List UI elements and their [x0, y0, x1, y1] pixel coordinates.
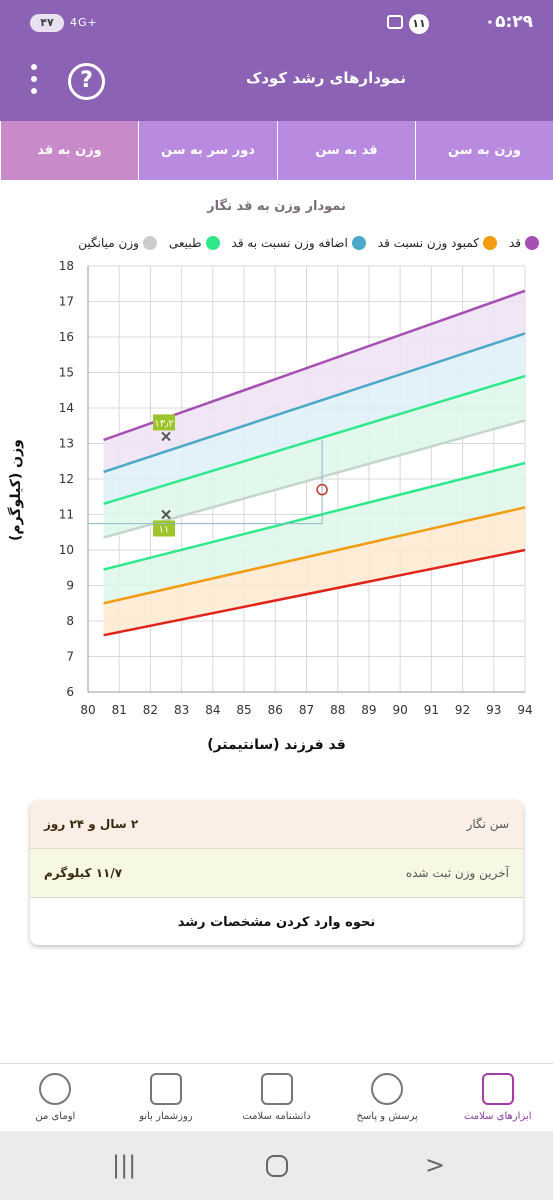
weight-value: ۱۱/۷ کیلوگرم [44, 866, 123, 880]
help-icon[interactable]: ? [68, 63, 105, 100]
y-tick-label: 6 [66, 685, 74, 699]
x-tick-label: 91 [424, 703, 439, 717]
legend-item: قد [509, 236, 539, 250]
legend-label: قد [508, 236, 521, 250]
overflow-menu-icon[interactable] [30, 64, 38, 100]
legend-label: طبیعی [168, 236, 202, 250]
question-bubble-icon [371, 1073, 404, 1105]
y-tick-label: 10 [59, 543, 74, 557]
medical-kit-icon [481, 1073, 514, 1105]
legend-label: اضافه وزن نسبت به قد [231, 236, 348, 250]
weight-row: آخرین وزن ثبت شده ۱۱/۷ کیلوگرم [30, 849, 523, 898]
bottom-navigation: ابزارهای سلامت پرسش و پاسخ دانشنامه سلام… [0, 1063, 553, 1131]
signal-icon: 4G+ [70, 16, 98, 29]
growth-chart: 80 81 82 83 84 85 86 87 88 89 90 91 92 93 946789101112… [59, 259, 533, 717]
x-tick-label: 83 [174, 703, 189, 717]
recent-apps-icon[interactable]: ||| [112, 1151, 136, 1179]
x-tick-label: 87 [299, 703, 314, 717]
y-tick-label: 11 [59, 508, 74, 522]
y-tick-label: 15 [59, 366, 74, 380]
legend-dot [525, 236, 539, 250]
legend-dot [142, 236, 157, 250]
nav-label: پرسش و پاسخ [356, 1111, 418, 1122]
age-value: ۲ سال و ۲۴ روز [44, 817, 139, 831]
back-icon[interactable]: > [425, 1151, 445, 1179]
tab-height-for-age[interactable]: قد به سن [277, 121, 415, 180]
x-tick-label: 90 [393, 703, 408, 717]
battery-indicator: ۴۷ [30, 14, 64, 32]
legend-label: کمبود وزن نسبت قد [377, 236, 479, 250]
y-tick-label: 16 [59, 330, 74, 344]
y-tick-label: 12 [59, 472, 74, 486]
status-bar: ۰۵:۲۹ ۱۱ ۴۷ 4G+ [0, 0, 553, 42]
legend-dot [482, 236, 497, 250]
legend-item: طبیعی [169, 236, 220, 250]
page-title: نمودارهای رشد کودک [245, 69, 406, 87]
home-icon[interactable] [266, 1155, 288, 1177]
system-navigation-bar: ||| > [0, 1131, 553, 1200]
data-label: ۱۱ [159, 525, 170, 536]
nav-label: ابزارهای سلامت [463, 1111, 532, 1122]
chart-tabs: وزن به قد دور سر به سن قد به سن وزن به س… [0, 121, 553, 180]
nav-encyclopedia[interactable]: دانشنامه سلامت [221, 1064, 332, 1131]
screenshot-icon [387, 15, 403, 29]
chart-legend: قد کمبود وزن نسبت قد اضافه وزن نسبت به ق… [78, 236, 539, 250]
profile-icon [39, 1073, 72, 1105]
growth-entry-help-link[interactable]: نحوه وارد کردن مشخصات رشد [30, 898, 523, 945]
nav-label: اومای من [35, 1111, 76, 1122]
legend-item: کمبود وزن نسبت قد [378, 236, 497, 250]
y-tick-label: 17 [59, 295, 74, 309]
nav-health-tools[interactable]: ابزارهای سلامت [442, 1064, 553, 1131]
legend-item: اضافه وزن نسبت به قد [232, 236, 366, 250]
age-label: سن نگار [466, 817, 509, 831]
tab-head-for-age[interactable]: دور سر به سن [138, 121, 277, 180]
y-tick-label: 18 [59, 259, 74, 273]
y-tick-label: 9 [66, 579, 74, 593]
y-tick-label: 13 [59, 437, 74, 451]
weight-label: آخرین وزن ثبت شده [405, 866, 509, 880]
nav-profile[interactable]: اومای من [0, 1064, 111, 1131]
y-tick-label: 14 [59, 401, 74, 415]
tab-weight-for-height[interactable]: وزن به قد [0, 121, 138, 180]
legend-item: وزن میانگین [78, 236, 157, 250]
x-tick-label: 85 [236, 703, 251, 717]
x-tick-label: 82 [143, 703, 158, 717]
legend-dot [351, 236, 366, 250]
x-tick-label: 94 [517, 703, 532, 717]
x-tick-label: 84 [205, 703, 220, 717]
x-tick-label: 93 [486, 703, 501, 717]
tab-weight-for-age[interactable]: وزن به سن [415, 121, 553, 180]
chart-title: نمودار وزن به قد نگار [207, 199, 346, 214]
notification-count-badge: ۱۱ [409, 14, 429, 34]
nav-calendar[interactable]: روزشمار بانو [111, 1064, 222, 1131]
nav-questions[interactable]: پرسش و پاسخ [332, 1064, 443, 1131]
nav-label: دانشنامه سلامت [242, 1111, 311, 1122]
calendar-icon [149, 1073, 182, 1105]
y-tick-label: 8 [66, 614, 74, 628]
y-axis-label: وزن (کیلوگرم) [8, 439, 24, 541]
app-bar: نمودارهای رشد کودک ? [0, 42, 553, 121]
x-tick-label: 86 [268, 703, 283, 717]
growth-info-card: سن نگار ۲ سال و ۲۴ روز آخرین وزن ثبت شده… [30, 800, 523, 945]
age-row: سن نگار ۲ سال و ۲۴ روز [30, 800, 523, 849]
x-tick-label: 88 [330, 703, 345, 717]
x-tick-label: 92 [455, 703, 470, 717]
legend-dot [205, 236, 220, 250]
x-tick-label: 81 [112, 703, 127, 717]
x-axis-label: قد فرزند (سانتیمتر) [207, 737, 346, 753]
x-tick-label: 80 [80, 703, 95, 717]
y-tick-label: 7 [66, 650, 74, 664]
data-label: ۱۳٫۲ [154, 418, 173, 429]
legend-label: وزن میانگین [78, 236, 139, 250]
encyclopedia-icon [260, 1073, 293, 1105]
x-tick-label: 89 [361, 703, 376, 717]
status-time: ۰۵:۲۹ [484, 12, 533, 32]
nav-label: روزشمار بانو [139, 1111, 193, 1122]
